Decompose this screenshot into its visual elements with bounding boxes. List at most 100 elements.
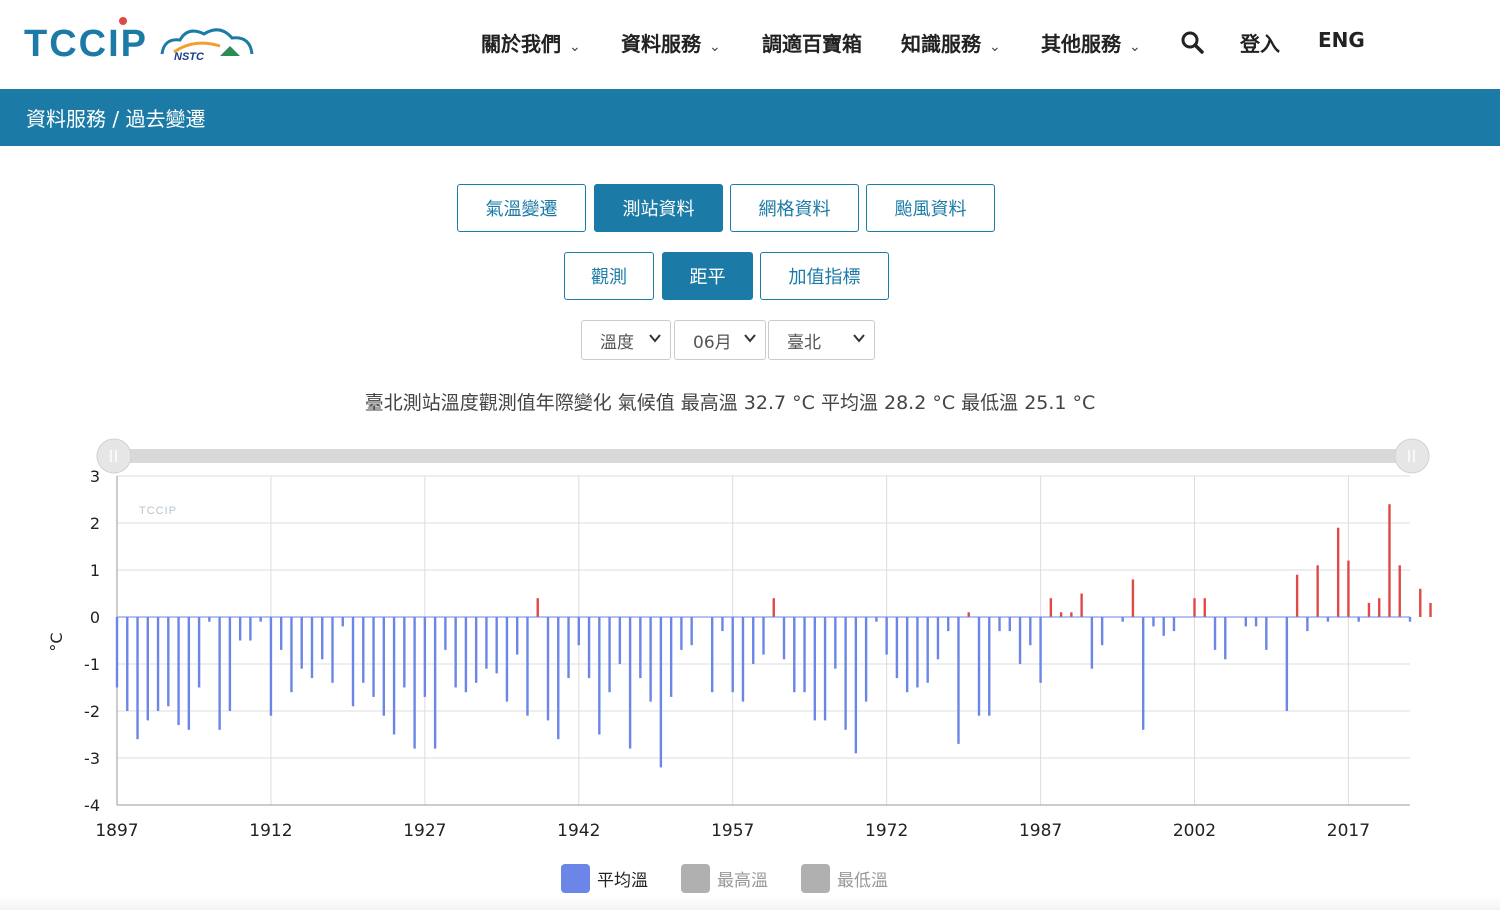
bar[interactable]	[392, 617, 396, 735]
bar[interactable]	[618, 617, 622, 664]
bar[interactable]	[1172, 617, 1176, 632]
bar[interactable]	[1162, 617, 1165, 636]
bar[interactable]	[1326, 617, 1330, 622]
bar[interactable]	[300, 617, 303, 669]
bar[interactable]	[126, 617, 129, 711]
bar[interactable]	[1398, 565, 1401, 617]
bar[interactable]	[1336, 527, 1340, 617]
bar[interactable]	[834, 617, 837, 669]
bar[interactable]	[495, 617, 498, 674]
bar[interactable]	[731, 617, 734, 693]
bar[interactable]	[957, 617, 960, 744]
legend-item-mean[interactable]: 平均溫	[561, 864, 648, 893]
bar[interactable]	[1039, 617, 1042, 683]
bar[interactable]	[146, 617, 149, 721]
bar[interactable]	[362, 617, 365, 683]
bar[interactable]	[464, 617, 468, 693]
tab-observation[interactable]: 觀測	[564, 252, 654, 300]
bar[interactable]	[1295, 574, 1299, 617]
login-link[interactable]: 登入	[1240, 28, 1280, 57]
bar[interactable]	[988, 617, 991, 716]
bar[interactable]	[741, 617, 745, 702]
bar[interactable]	[1357, 617, 1360, 622]
nav-data-service[interactable]: 資料服務 ⌄	[621, 28, 721, 57]
bar[interactable]	[1080, 593, 1083, 618]
bar[interactable]	[1285, 617, 1289, 711]
bar[interactable]	[331, 617, 334, 683]
bar[interactable]	[977, 617, 981, 716]
tab-typhoon-data[interactable]: 颱風資料	[866, 184, 995, 232]
bar[interactable]	[341, 617, 344, 627]
tab-grid-data[interactable]: 網格資料	[730, 184, 859, 232]
bar[interactable]	[710, 617, 714, 693]
bar[interactable]	[279, 617, 283, 650]
nav-about[interactable]: 關於我們 ⌄	[481, 28, 581, 57]
bar[interactable]	[444, 617, 447, 650]
bar[interactable]	[608, 617, 611, 693]
nav-adaptation-toolbox[interactable]: 調適百寶箱	[762, 28, 862, 57]
bar[interactable]	[1018, 617, 1022, 664]
bar[interactable]	[351, 617, 355, 707]
bar[interactable]	[895, 617, 899, 679]
bar[interactable]	[567, 617, 570, 679]
bar[interactable]	[238, 617, 242, 641]
bar[interactable]	[721, 617, 724, 632]
bar[interactable]	[1378, 598, 1381, 617]
nav-knowledge[interactable]: 知識服務 ⌄	[901, 28, 1001, 57]
bar[interactable]	[208, 617, 211, 622]
bar[interactable]	[403, 617, 406, 688]
bar[interactable]	[516, 617, 519, 655]
bar[interactable]	[1193, 598, 1196, 617]
tab-value-added-index[interactable]: 加值指標	[760, 252, 889, 300]
bar[interactable]	[136, 617, 139, 740]
bar[interactable]	[875, 617, 878, 622]
bar[interactable]	[823, 617, 827, 721]
bar[interactable]	[1419, 588, 1422, 617]
bar[interactable]	[1367, 602, 1371, 617]
bar[interactable]	[1265, 617, 1268, 650]
bar[interactable]	[505, 617, 509, 702]
bar[interactable]	[680, 617, 683, 650]
bar[interactable]	[844, 617, 847, 730]
bar[interactable]	[177, 617, 180, 726]
bar[interactable]	[321, 617, 324, 660]
bar[interactable]	[1090, 617, 1094, 669]
bar[interactable]	[1131, 579, 1135, 617]
legend-item-max[interactable]: 最高溫	[681, 864, 768, 893]
bar[interactable]	[936, 617, 940, 660]
zoom-slider[interactable]	[96, 438, 1430, 474]
bar[interactable]	[546, 617, 550, 721]
bar[interactable]	[1316, 565, 1319, 617]
zoom-handle-left[interactable]	[96, 438, 132, 474]
month-select[interactable]: 06月	[674, 320, 766, 360]
bar[interactable]	[1070, 612, 1073, 617]
bar[interactable]	[659, 617, 663, 768]
bar[interactable]	[813, 617, 817, 721]
bar[interactable]	[752, 617, 755, 664]
bar[interactable]	[577, 617, 580, 646]
bar[interactable]	[916, 617, 919, 688]
bar[interactable]	[187, 617, 191, 730]
legend-item-min[interactable]: 最低溫	[801, 864, 888, 893]
bar[interactable]	[485, 617, 488, 669]
bar[interactable]	[885, 617, 888, 655]
bar[interactable]	[803, 617, 806, 693]
bar[interactable]	[310, 617, 314, 679]
language-switch[interactable]: ENG	[1318, 28, 1365, 52]
bar[interactable]	[1244, 617, 1248, 627]
bar[interactable]	[474, 617, 478, 683]
bar[interactable]	[269, 617, 273, 716]
bar[interactable]	[1254, 617, 1258, 627]
bar[interactable]	[1347, 560, 1350, 617]
bar[interactable]	[998, 617, 1001, 632]
bar[interactable]	[290, 617, 293, 693]
bar[interactable]	[526, 617, 529, 716]
bar[interactable]	[1213, 617, 1217, 650]
bar[interactable]	[423, 617, 427, 697]
nav-other[interactable]: 其他服務 ⌄	[1041, 28, 1141, 57]
bar[interactable]	[926, 617, 929, 683]
bar[interactable]	[639, 617, 642, 679]
bar[interactable]	[259, 617, 262, 622]
bar[interactable]	[762, 617, 765, 655]
bar[interactable]	[197, 617, 201, 688]
